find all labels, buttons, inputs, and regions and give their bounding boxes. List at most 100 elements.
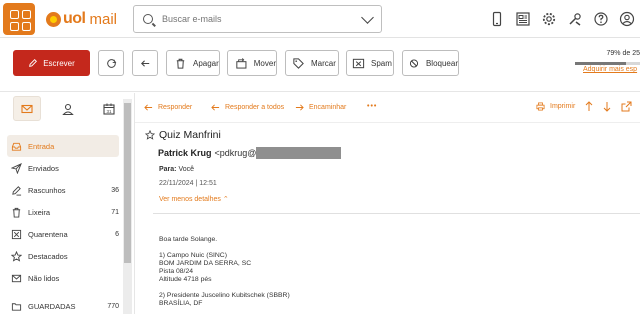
top-bar: uol mail <box>0 0 640 38</box>
folder-count: 36 <box>111 186 119 194</box>
delete-button[interactable]: Apagar <box>166 50 220 76</box>
block-button[interactable]: Bloquear <box>402 50 459 76</box>
mark-button[interactable]: Marcar <box>285 50 339 76</box>
move-button[interactable]: Mover <box>227 50 277 76</box>
tag-icon <box>293 57 304 69</box>
search-box[interactable] <box>133 5 382 33</box>
to-value: Você <box>178 166 195 173</box>
paper-plane-icon <box>11 162 22 174</box>
calendar-icon: 31 <box>103 103 115 115</box>
star-icon[interactable] <box>145 130 155 140</box>
storage-usage-bar <box>575 62 640 65</box>
refresh-button[interactable] <box>98 50 124 76</box>
person-icon <box>62 103 74 115</box>
body-line: Pista 08/24 <box>159 268 194 275</box>
scrollbar-thumb[interactable] <box>124 103 131 263</box>
buy-storage-link[interactable]: Adquirir mais esp <box>583 66 637 73</box>
logo-brand: uol <box>63 10 86 27</box>
body-line <box>159 244 629 252</box>
apps-menu-icon[interactable] <box>3 3 35 35</box>
spam-button[interactable]: Spam <box>346 50 394 76</box>
spam-icon <box>352 58 365 68</box>
folder-quarantine[interactable]: Quarentena 6 <box>0 223 122 245</box>
next-message-button[interactable] <box>602 101 617 112</box>
mark-label: Marcar <box>311 58 336 68</box>
compose-button[interactable]: Escrever <box>13 50 90 76</box>
forward-button[interactable]: Encaminhar <box>295 103 346 112</box>
redacted-block <box>256 147 342 159</box>
folder-label: Não lidos <box>28 273 60 283</box>
message-sender: Patrick Krug <pdkrug@ <box>158 147 342 159</box>
svg-text:31: 31 <box>106 109 112 114</box>
tools-icon[interactable] <box>562 0 588 38</box>
folder-icon <box>11 302 22 311</box>
block-label: Bloquear <box>425 58 458 68</box>
divider <box>153 213 640 214</box>
chevron-down-icon[interactable] <box>361 11 374 24</box>
folder-label: Quarentena <box>28 229 68 239</box>
help-icon[interactable] <box>588 0 614 38</box>
print-button[interactable]: Imprimir <box>536 102 575 111</box>
folder-count: 770 <box>107 302 119 310</box>
sidebar-tabs: 31 <box>0 93 132 126</box>
details-label: Ver menos detalhes <box>159 196 221 203</box>
logo-product: mail <box>89 10 118 28</box>
pencil-icon <box>29 59 38 67</box>
gear-icon[interactable] <box>536 0 562 38</box>
uol-mail-logo[interactable]: uol mail <box>46 10 117 28</box>
sender-name: Patrick Krug <box>158 148 212 158</box>
toggle-details-link[interactable]: Ver menos detalhes ⌃ <box>159 195 229 203</box>
tab-mail[interactable] <box>13 96 41 121</box>
folder-starred[interactable]: Destacados <box>0 245 122 267</box>
folder-trash[interactable]: Lixeira 71 <box>0 201 122 223</box>
storage-usage-fill <box>575 62 627 65</box>
arrow-down-icon <box>603 102 611 112</box>
mail-icon <box>21 104 33 113</box>
spam-label: Spam <box>371 58 392 68</box>
star-icon <box>11 250 22 262</box>
folder-drafts[interactable]: Rascunhos 36 <box>0 179 122 201</box>
previous-message-button[interactable] <box>584 101 599 112</box>
chevron-up-icon: ⌃ <box>220 196 229 203</box>
body-line: 1) Campo Nuic (SINC) <box>159 252 227 259</box>
storage-usage-text: 79% de 25 <box>606 50 640 57</box>
more-actions-button[interactable]: ••• <box>367 103 377 110</box>
reply-all-label: Responder a todos <box>225 104 285 111</box>
trash-icon <box>176 58 185 69</box>
tab-contacts[interactable] <box>54 96 82 121</box>
folder-unread[interactable]: Não lidos <box>0 267 122 289</box>
open-external-button[interactable] <box>621 101 637 112</box>
reply-all-button[interactable]: Responder a todos <box>211 103 284 112</box>
body-line: Boa tarde Solange. <box>159 236 218 243</box>
body-line <box>159 284 629 292</box>
forward-label: Encaminhar <box>309 104 347 111</box>
forward-icon <box>295 104 304 111</box>
back-button[interactable] <box>132 50 158 76</box>
user-account-icon[interactable] <box>614 0 640 38</box>
folder-label: Rascunhos <box>28 185 66 195</box>
block-icon <box>409 58 419 68</box>
printer-icon <box>536 102 545 111</box>
move-label: Mover <box>253 58 276 68</box>
body-line: BOM JARDIM DA SERRA, SC <box>159 260 252 267</box>
uol-logo-mark <box>46 11 61 27</box>
sidebar: 31 Entrada Enviados Rascunhos 36 Lixeira… <box>0 93 132 314</box>
folder-label: Entrada <box>28 141 55 151</box>
sidebar-scrollbar[interactable] <box>123 99 132 314</box>
folder-label: GUARDADAS <box>28 301 76 311</box>
folder-label: Destacados <box>28 251 68 261</box>
reply-button[interactable]: Responder <box>144 103 192 112</box>
folder-inbox[interactable]: Entrada <box>7 135 119 157</box>
newspaper-icon[interactable] <box>510 0 536 38</box>
tab-calendar[interactable]: 31 <box>95 96 123 121</box>
folder-label: Enviados <box>28 163 59 173</box>
message-date: 22/11/2024 | 12:51 <box>159 180 217 187</box>
folder-label: Lixeira <box>28 207 51 217</box>
sender-email: <pdkrug@ <box>214 148 257 158</box>
folder-sent[interactable]: Enviados <box>0 157 122 179</box>
body-line: Altitude 4718 pés <box>159 276 212 283</box>
search-input[interactable] <box>162 14 362 24</box>
reply-icon <box>144 104 153 111</box>
mobile-phone-icon[interactable] <box>484 0 510 38</box>
message-recipient: Para: Você <box>159 166 194 173</box>
